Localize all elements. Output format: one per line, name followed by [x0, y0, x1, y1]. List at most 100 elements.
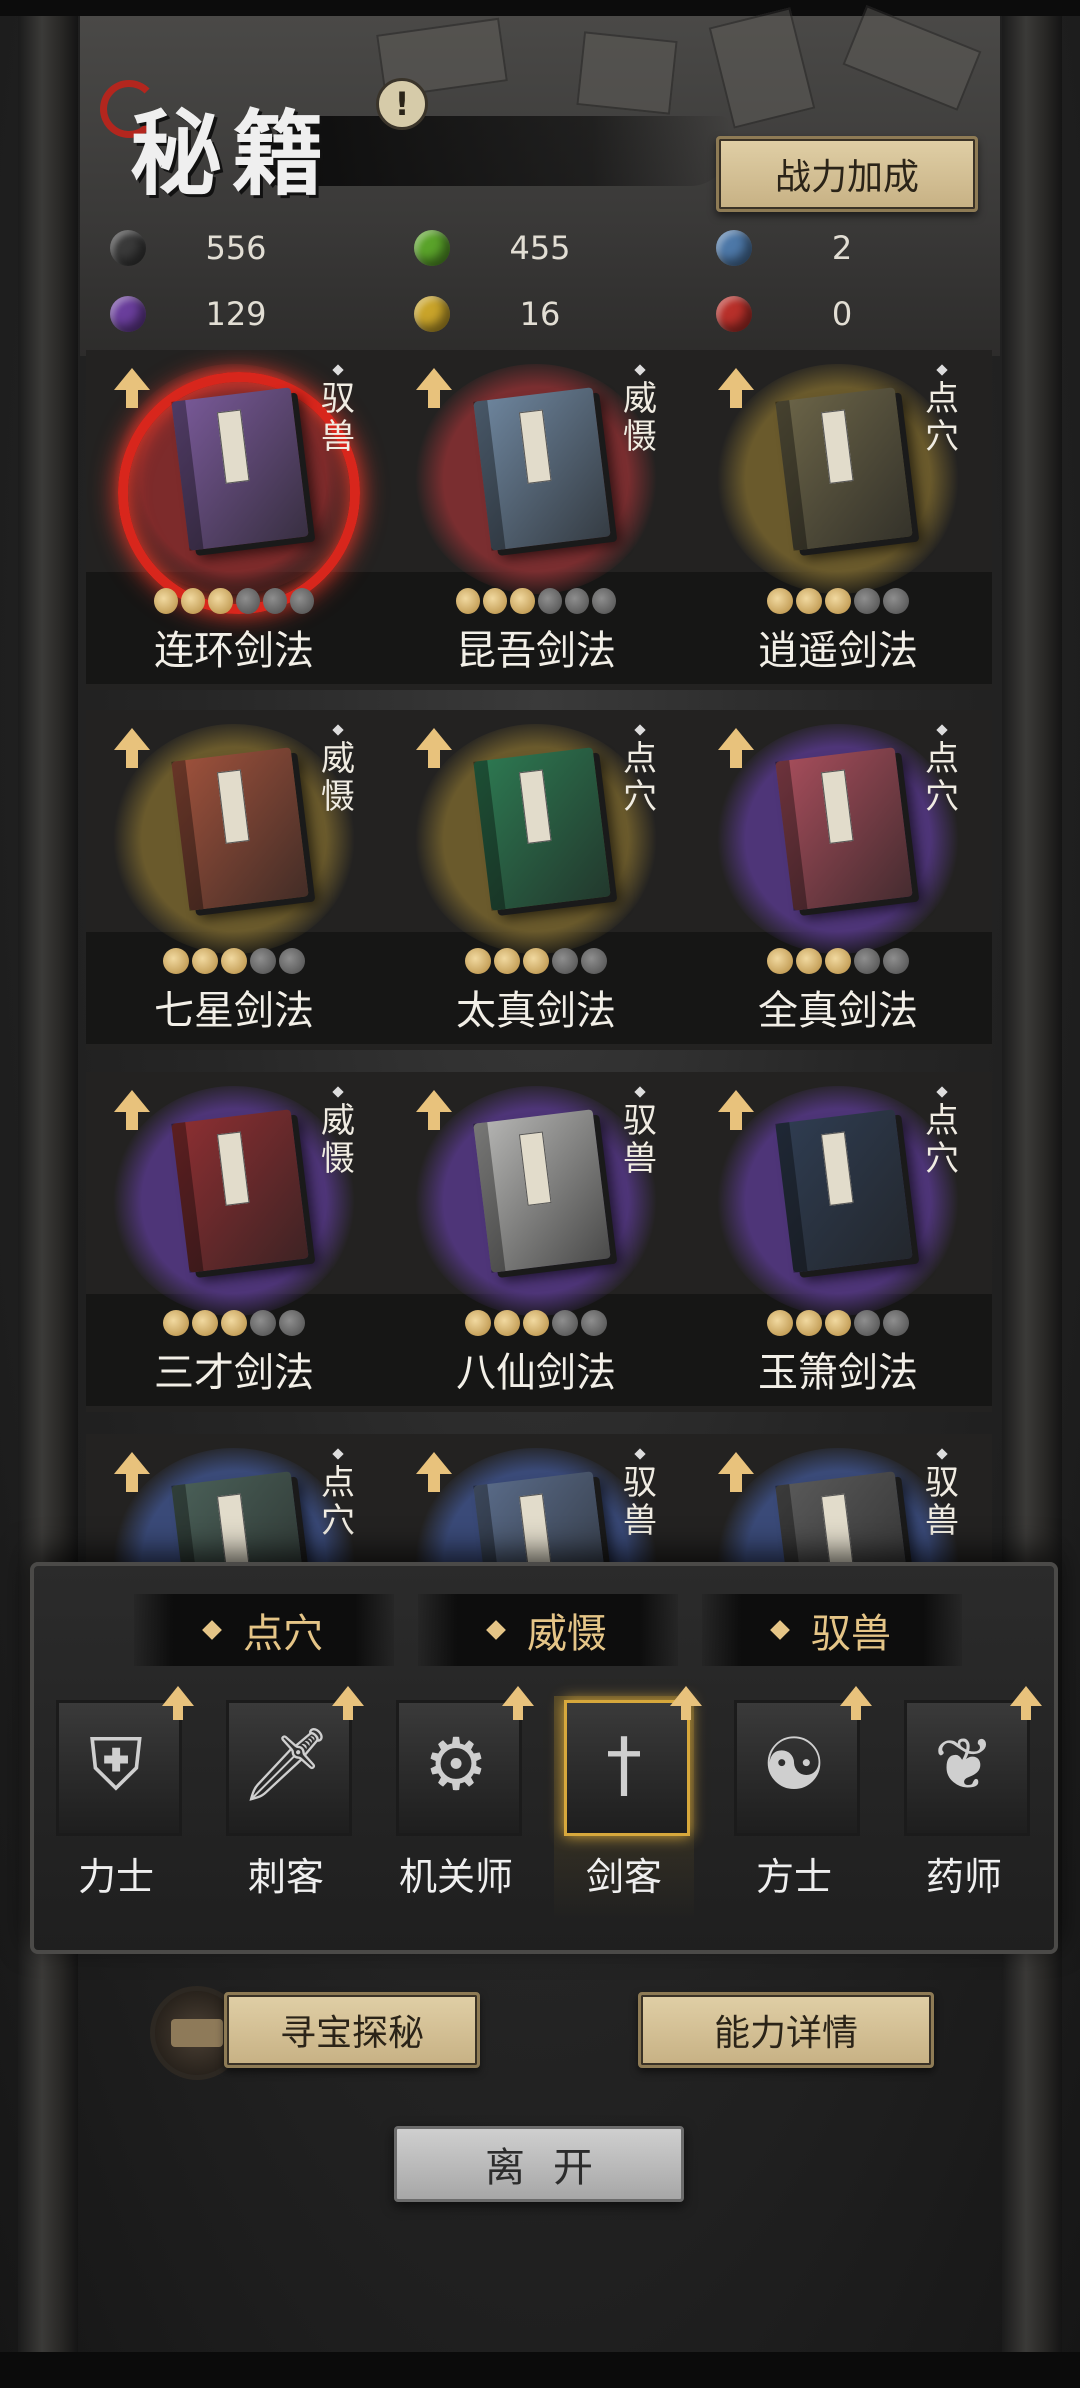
level-pip-filled-icon	[825, 948, 851, 974]
resource-counter: 129	[110, 294, 306, 334]
resource-value: 2	[831, 229, 853, 267]
book-icon	[171, 1471, 309, 1570]
treasure-hunt-button[interactable]: 寻宝探秘	[224, 1992, 480, 2068]
paper-scrap	[842, 5, 982, 111]
level-pip-filled-icon	[153, 588, 179, 614]
level-pip-empty-icon	[854, 588, 880, 614]
skill-type-tag: 驭兽	[623, 1463, 657, 1541]
skill-type-tag: 威慑	[321, 739, 355, 817]
gourd-icon: ❦	[933, 1722, 995, 1806]
filter-tag[interactable]: 驭兽	[702, 1594, 962, 1666]
level-pip-filled-icon	[163, 948, 189, 974]
level-pip-filled-icon	[163, 1310, 189, 1336]
level-pip-empty-icon	[250, 948, 276, 974]
upgrade-arrow-icon	[502, 1686, 534, 1720]
diamond-icon	[936, 364, 948, 376]
book-label	[216, 409, 250, 484]
level-pip-filled-icon	[825, 1310, 851, 1336]
level-pip-empty-icon	[279, 948, 305, 974]
level-pip-empty-icon	[552, 1310, 578, 1336]
skill-book-card[interactable]: 驭兽 连环剑法	[84, 350, 384, 690]
skill-row: 驭兽 连环剑法 威慑 昆吾剑法 点穴 逍遥剑法	[80, 350, 1000, 700]
skill-book-card[interactable]: 威慑 七星剑法	[84, 710, 384, 1050]
ability-details-button[interactable]: 能力详情	[638, 1992, 934, 2068]
filter-tag[interactable]: 威慑	[418, 1594, 678, 1666]
skill-type-tag: 点穴	[321, 1463, 355, 1541]
left-pillar	[18, 16, 78, 2376]
upgrade-arrow-icon	[718, 728, 754, 768]
class-tab[interactable]: † 剑客	[554, 1686, 702, 1920]
class-tab[interactable]: 🗡 刺客	[216, 1686, 364, 1920]
skill-book-card[interactable]: 驭兽 八仙剑法	[386, 1072, 686, 1412]
filter-panel: 点穴 威慑 驭兽 ⛨ 力士 🗡 刺客 ⚙ 机关师 † 剑客 ☯ 方士 ❦ 药师	[30, 1562, 1058, 1954]
level-pip-filled-icon	[181, 588, 206, 614]
dagger-icon: 🗡	[240, 1722, 332, 1806]
skill-book-card[interactable]: 驭兽	[688, 1434, 988, 1570]
book-label	[820, 1493, 854, 1568]
level-pip-empty-icon	[279, 1310, 305, 1336]
upgrade-arrow-icon	[670, 1686, 702, 1720]
level-pip-empty-icon	[537, 588, 562, 614]
class-tab[interactable]: ☯ 方士	[724, 1686, 872, 1920]
book-icon	[473, 387, 611, 551]
class-name: 药师	[925, 1855, 1002, 1899]
level-pip-empty-icon	[883, 1310, 909, 1336]
helmet-icon: ⛨	[88, 1722, 143, 1806]
level-pip-empty-icon	[883, 948, 909, 974]
star-level	[758, 1310, 918, 1338]
leave-button[interactable]: 离开	[394, 2126, 684, 2202]
resource-counter: 16	[414, 294, 610, 334]
skill-book-card[interactable]: 点穴	[84, 1434, 384, 1570]
class-tab[interactable]: ❦ 药师	[894, 1686, 1042, 1920]
skill-type-tag: 点穴	[925, 379, 959, 457]
book-label	[216, 769, 250, 844]
book-icon	[775, 1471, 913, 1570]
level-pip-filled-icon	[192, 1310, 218, 1336]
red-orb-icon	[716, 296, 752, 332]
skill-book-card[interactable]: 点穴 逍遥剑法	[688, 350, 988, 690]
skill-book-card[interactable]: 点穴 太真剑法	[386, 710, 686, 1050]
class-tab[interactable]: ⛨ 力士	[46, 1686, 194, 1920]
level-pip-empty-icon	[883, 588, 909, 614]
resource-value: 129	[205, 295, 267, 333]
diamond-icon	[770, 1620, 790, 1640]
power-bonus-button[interactable]: 战力加成	[716, 136, 978, 212]
level-pip-filled-icon	[523, 948, 549, 974]
level-pip-empty-icon	[289, 588, 315, 614]
right-pillar	[1002, 16, 1062, 2376]
star-level	[154, 948, 314, 976]
class-name: 方士	[755, 1855, 832, 1899]
paper-scrap	[708, 7, 816, 129]
filter-tag[interactable]: 点穴	[134, 1594, 394, 1666]
resource-value: 556	[205, 229, 267, 267]
level-pip-filled-icon	[796, 948, 822, 974]
alert-icon[interactable]: !	[376, 78, 428, 130]
level-pip-filled-icon	[767, 588, 793, 614]
level-pip-filled-icon	[510, 588, 535, 614]
level-pip-empty-icon	[581, 1310, 607, 1336]
class-name: 力士	[77, 1855, 154, 1899]
level-pip-filled-icon	[221, 948, 247, 974]
skill-book-card[interactable]: 点穴 全真剑法	[688, 710, 988, 1050]
level-pip-filled-icon	[494, 1310, 520, 1336]
skill-type-tag: 驭兽	[925, 1463, 959, 1541]
skill-book-card[interactable]: 点穴 玉箫剑法	[688, 1072, 988, 1412]
level-pip-empty-icon	[250, 1310, 276, 1336]
level-pip-empty-icon	[591, 588, 617, 614]
skill-book-card[interactable]: 威慑 三才剑法	[84, 1072, 384, 1412]
level-pip-empty-icon	[854, 1310, 880, 1336]
skill-name: 玉箫剑法	[758, 1350, 918, 1396]
level-pip-filled-icon	[455, 588, 481, 614]
skill-book-card[interactable]: 驭兽	[386, 1434, 686, 1570]
skill-book-card[interactable]: 威慑 昆吾剑法	[386, 350, 686, 690]
diamond-icon	[936, 1086, 948, 1098]
yin-yang-icon: ☯	[761, 1722, 827, 1806]
skill-book-grid[interactable]: 驭兽 连环剑法 威慑 昆吾剑法 点穴 逍遥剑法 威慑 七星剑法 点穴 太真剑法 点穴 全真剑法 威慑 三才…	[80, 350, 1000, 1570]
class-tab[interactable]: ⚙ 机关师	[386, 1686, 534, 1920]
book-label	[820, 769, 854, 844]
diamond-icon	[936, 724, 948, 736]
gold-orb-icon	[414, 296, 450, 332]
diamond-icon	[202, 1620, 222, 1640]
green-orb-icon	[414, 230, 450, 266]
level-pip-filled-icon	[523, 1310, 549, 1336]
